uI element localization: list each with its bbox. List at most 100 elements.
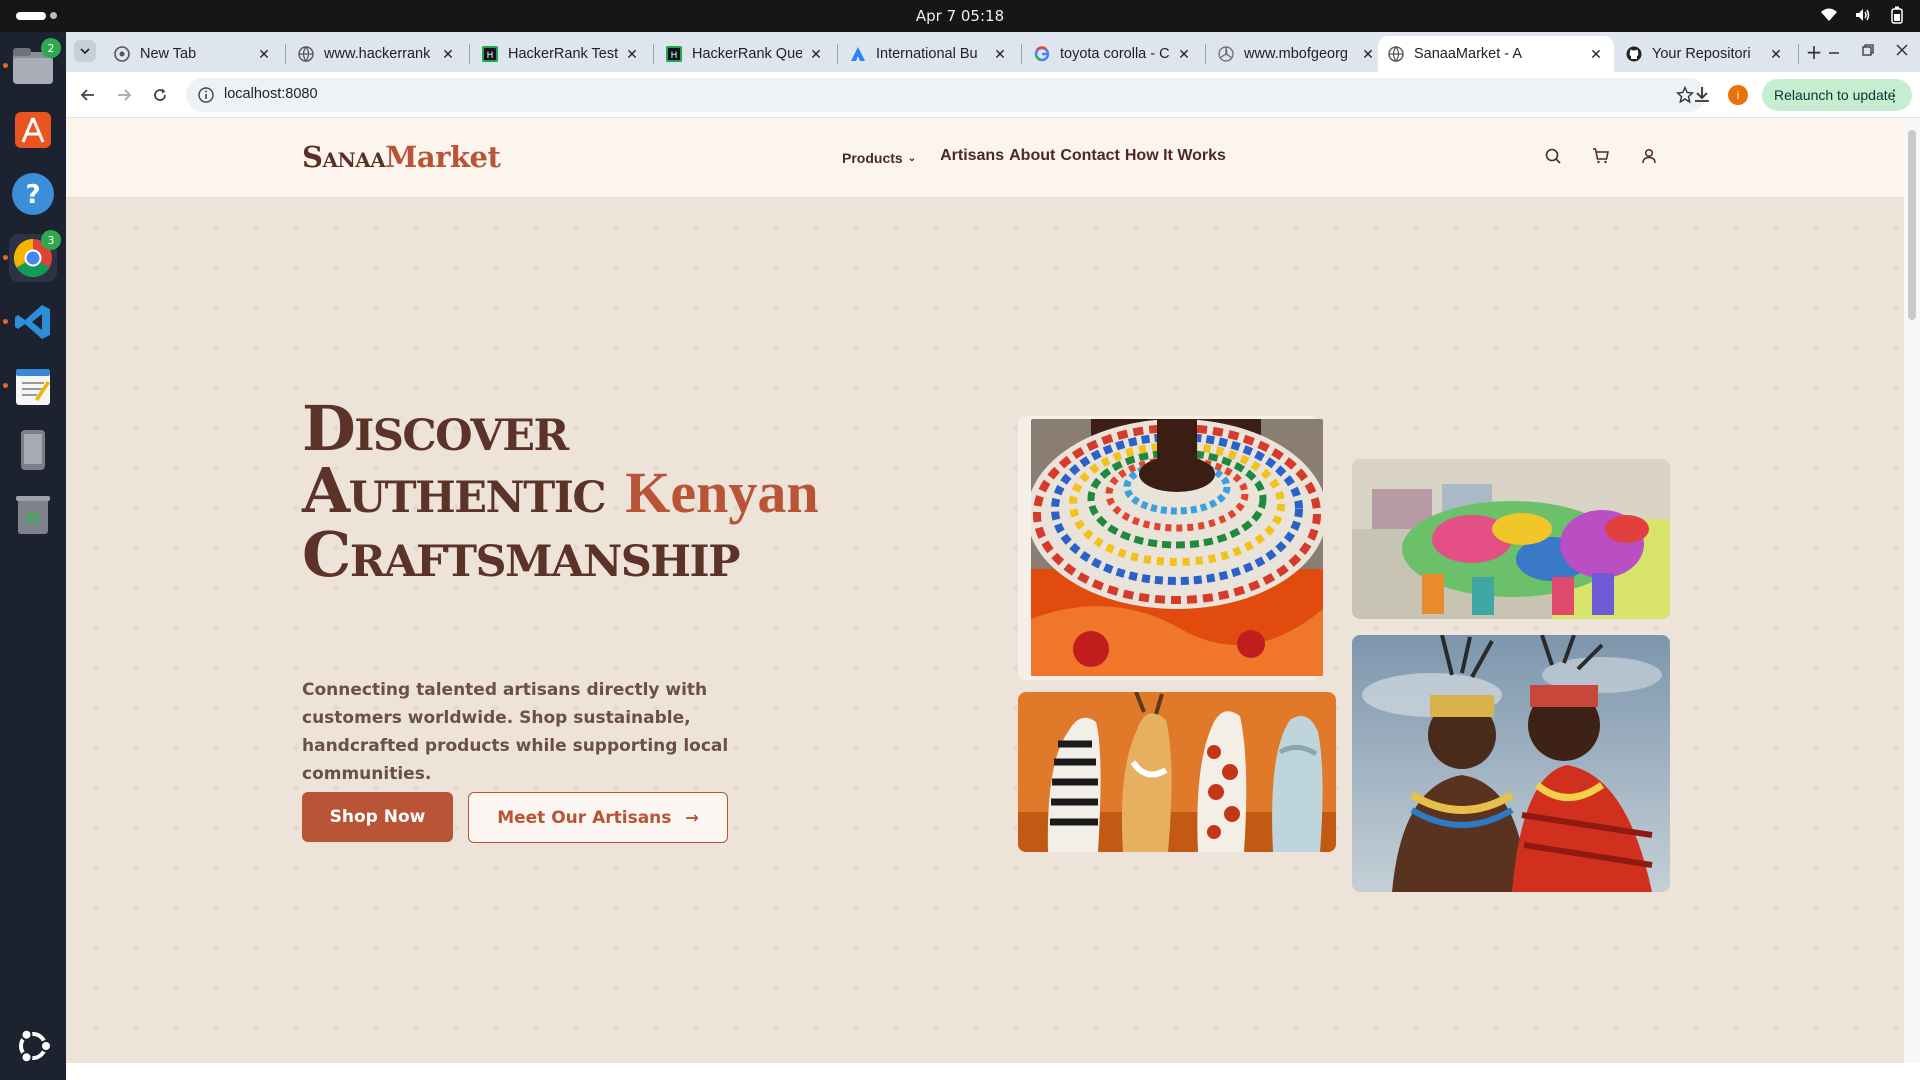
browser-tab[interactable]: www.hackerrank ✕ (288, 36, 466, 72)
running-indicator (3, 383, 8, 388)
shop-now-button[interactable]: Shop Now (302, 792, 453, 842)
vscode-icon (15, 305, 50, 339)
dock-vscode[interactable] (3, 298, 57, 346)
hero-title: Discover Authentic Kenyan Craftsmanship (302, 398, 819, 586)
hackerrank-icon: H (482, 46, 498, 62)
window-bottom-edge (66, 1063, 1920, 1080)
tab-title: SanaaMarket - A (1414, 46, 1522, 62)
system-clock[interactable]: Apr 7 05:18 (0, 7, 1920, 25)
close-icon[interactable]: ✕ (1588, 46, 1604, 62)
github-icon (1626, 46, 1642, 62)
browser-tab-active[interactable]: SanaaMarket - A ✕ (1378, 36, 1614, 72)
volume-icon[interactable] (1854, 6, 1872, 24)
forward-icon[interactable] (112, 83, 136, 107)
dock-help[interactable]: ? (9, 170, 57, 218)
site-info-icon[interactable] (198, 87, 214, 103)
app-center-icon (15, 112, 51, 148)
running-indicator (3, 63, 8, 68)
hero-title-authentic: Authentic (302, 454, 607, 527)
reload-icon[interactable] (148, 83, 172, 107)
browser-tab-strip: New Tab ✕ www.hackerrank ✕ H HackerRank … (66, 32, 1920, 72)
nav-link-about[interactable]: About (1009, 147, 1055, 165)
running-indicator (3, 255, 8, 260)
restore-icon[interactable] (1860, 40, 1876, 60)
nav-products-dropdown[interactable]: Products ⌄ (842, 150, 916, 166)
wifi-icon[interactable] (1820, 6, 1838, 24)
tab-divider (1798, 44, 1799, 64)
tab-search-button[interactable] (74, 40, 96, 62)
window-controls (1826, 40, 1910, 60)
tab-title: New Tab (140, 46, 197, 62)
new-tab-button[interactable]: + (1802, 40, 1826, 64)
dock-chrome[interactable]: 3 (3, 230, 61, 282)
dock: 2 ? 3 ♻ (0, 32, 66, 1080)
nav-link-artisans[interactable]: Artisans (940, 147, 1004, 165)
ubuntu-logo-icon (19, 1028, 52, 1064)
back-icon[interactable] (76, 83, 100, 107)
dock-trash[interactable]: ♻ (9, 490, 57, 538)
svg-text:♻: ♻ (25, 508, 41, 529)
site-logo[interactable]: SanaaMarket (302, 140, 501, 174)
mercedes-icon (1218, 46, 1234, 62)
tab-title: Your Repositori (1652, 46, 1751, 62)
globe-icon (1388, 46, 1404, 62)
tab-title: www.hackerrank (324, 46, 431, 62)
tab-divider (469, 44, 470, 64)
recycled-flipflop-hippo-image[interactable] (1352, 459, 1670, 619)
browser-tab[interactable]: www.mbofgeorg ✕ (1208, 36, 1386, 72)
browser-tab[interactable]: Your Repositori ✕ (1616, 36, 1794, 72)
page-scrollbar[interactable] (1904, 118, 1920, 1063)
browser-tab[interactable]: H HackerRank Que ✕ (656, 36, 834, 72)
browser-tab[interactable]: International Bu ✕ (840, 36, 1018, 72)
search-icon[interactable] (1544, 147, 1564, 167)
beaded-collar-image[interactable] (1031, 419, 1323, 676)
browser-tab[interactable]: toyota corolla - C ✕ (1024, 36, 1202, 72)
browser-toolbar: localhost:8080 i Relaunch to update ⋮ (66, 72, 1920, 118)
scrollbar-thumb[interactable] (1908, 130, 1916, 320)
close-icon[interactable]: ✕ (808, 46, 824, 62)
meet-our-artisans-button[interactable]: Meet Our Artisans → (468, 792, 728, 843)
minimize-icon[interactable] (1826, 40, 1842, 60)
user-icon[interactable] (1640, 147, 1660, 167)
close-window-icon[interactable] (1894, 40, 1910, 60)
nav-link-how-it-works[interactable]: How It Works (1125, 147, 1226, 165)
cart-icon[interactable] (1592, 147, 1612, 167)
tab-divider (653, 44, 654, 64)
hero-title-line1: Discover (302, 392, 569, 465)
dock-text-editor[interactable] (3, 362, 57, 410)
dock-files[interactable]: 2 (3, 38, 61, 90)
battery-icon[interactable] (1888, 6, 1906, 24)
phone-icon (21, 430, 45, 470)
files-badge: 2 (41, 38, 61, 58)
dock-device[interactable] (9, 426, 57, 474)
dock-app-center[interactable] (9, 106, 57, 154)
running-indicator (3, 319, 8, 324)
more-vert-icon[interactable]: ⋮ (1886, 86, 1902, 106)
url-text[interactable]: localhost:8080 (224, 86, 318, 102)
system-tray[interactable] (1820, 6, 1906, 24)
trash-icon: ♻ (16, 496, 50, 534)
tab-title: toyota corolla - C (1060, 46, 1170, 62)
globe-icon (298, 46, 314, 62)
download-icon[interactable] (1692, 84, 1714, 106)
svg-text:H: H (671, 51, 678, 61)
address-bar[interactable]: localhost:8080 (186, 78, 1706, 112)
close-icon[interactable]: ✕ (1360, 46, 1376, 62)
close-icon[interactable]: ✕ (1768, 46, 1784, 62)
tab-title: www.mbofgeorg (1244, 46, 1348, 62)
maasai-warriors-image[interactable] (1352, 635, 1670, 892)
browser-tab[interactable]: H HackerRank Test ✕ (472, 36, 650, 72)
close-icon[interactable]: ✕ (1176, 46, 1192, 62)
carved-animal-figurines-image[interactable] (1018, 692, 1336, 852)
close-icon[interactable]: ✕ (992, 46, 1008, 62)
svg-text:H: H (487, 51, 494, 61)
profile-avatar[interactable]: i (1728, 85, 1748, 105)
nav-link-contact[interactable]: Contact (1060, 147, 1120, 165)
close-icon[interactable]: ✕ (256, 46, 272, 62)
close-icon[interactable]: ✕ (624, 46, 640, 62)
dock-show-apps[interactable] (9, 1022, 57, 1070)
close-icon[interactable]: ✕ (440, 46, 456, 62)
relaunch-to-update-button[interactable]: Relaunch to update ⋮ (1762, 79, 1912, 111)
relaunch-label: Relaunch to update (1774, 87, 1896, 103)
browser-tab[interactable]: New Tab ✕ (104, 36, 282, 72)
